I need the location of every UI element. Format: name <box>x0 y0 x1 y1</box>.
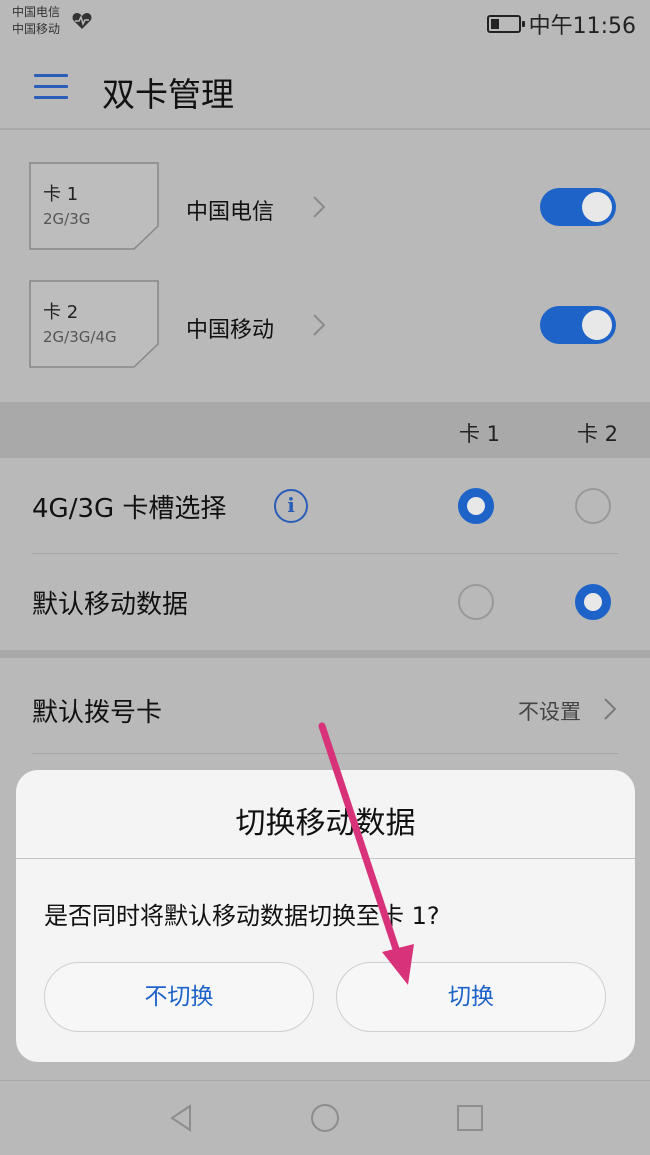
sim-card-icon: 卡 1 2G/3G <box>29 162 159 250</box>
page-title: 双卡管理 <box>102 75 234 114</box>
setting-label: 默认移动数据 <box>32 590 189 620</box>
status-time: 中午11:56 <box>528 14 636 39</box>
carrier-info: 中国电信 中国移动 <box>12 4 60 38</box>
setting-label: 4G/3G 卡槽选择 <box>32 494 227 524</box>
sim-carrier-label[interactable]: 中国移动 <box>186 312 274 344</box>
sim-row-1: 卡 1 2G/3G 中国电信 <box>0 150 650 268</box>
switch-data-dialog: 切换移动数据 是否同时将默认移动数据切换至卡 1? 不切换 切换 <box>16 770 635 1062</box>
status-bar: 中国电信 中国移动 中午11:56 <box>0 0 650 44</box>
chevron-right-icon <box>604 698 616 720</box>
slot-card-1-radio[interactable] <box>458 488 494 524</box>
dialog-title: 切换移动数据 <box>235 806 416 841</box>
data-card-1-radio[interactable] <box>458 584 494 620</box>
sim-1-toggle[interactable] <box>540 188 616 226</box>
sim-carrier-label[interactable]: 中国电信 <box>186 194 274 226</box>
recents-icon[interactable] <box>456 1103 484 1133</box>
data-card-2-radio[interactable] <box>575 584 611 620</box>
menu-icon[interactable] <box>34 74 68 100</box>
sim-card-icon: 卡 2 2G/3G/4G <box>29 280 159 368</box>
sim-name: 卡 1 <box>43 184 79 205</box>
home-icon[interactable] <box>310 1103 340 1133</box>
heart-icon <box>72 13 92 29</box>
slot-card-2-radio[interactable] <box>575 488 611 524</box>
dial-value: 不设置 <box>518 700 581 724</box>
sim-2-toggle[interactable] <box>540 306 616 344</box>
dont-switch-button[interactable]: 不切换 <box>44 962 314 1032</box>
default-data-row: 默认移动数据 <box>0 554 650 650</box>
chevron-right-icon[interactable] <box>313 196 325 218</box>
sim-network-type: 2G/3G <box>43 210 91 228</box>
carrier-2-label: 中国移动 <box>12 22 61 36</box>
app-bar: 双卡管理 <box>0 44 650 130</box>
default-dial-row[interactable]: 默认拨号卡 不设置 <box>0 658 650 754</box>
sim-name: 卡 2 <box>43 302 79 323</box>
chevron-right-icon[interactable] <box>313 314 325 336</box>
dialog-message: 是否同时将默认移动数据切换至卡 1? <box>44 902 440 930</box>
setting-label: 默认拨号卡 <box>32 698 163 728</box>
column-card-1: 卡 1 <box>459 422 501 446</box>
slot-select-row: 4G/3G 卡槽选择 i <box>0 458 650 554</box>
navigation-bar <box>0 1080 650 1155</box>
info-icon[interactable]: i <box>274 489 308 523</box>
switch-button[interactable]: 切换 <box>336 962 606 1032</box>
battery-icon <box>486 15 525 33</box>
carrier-1-label: 中国电信 <box>12 5 61 19</box>
back-icon[interactable] <box>168 1103 194 1133</box>
column-card-2: 卡 2 <box>577 422 619 446</box>
sim-network-type: 2G/3G/4G <box>43 328 117 346</box>
card-column-header: 卡 1 卡 2 <box>0 402 650 458</box>
sim-row-2: 卡 2 2G/3G/4G 中国移动 <box>0 268 650 386</box>
